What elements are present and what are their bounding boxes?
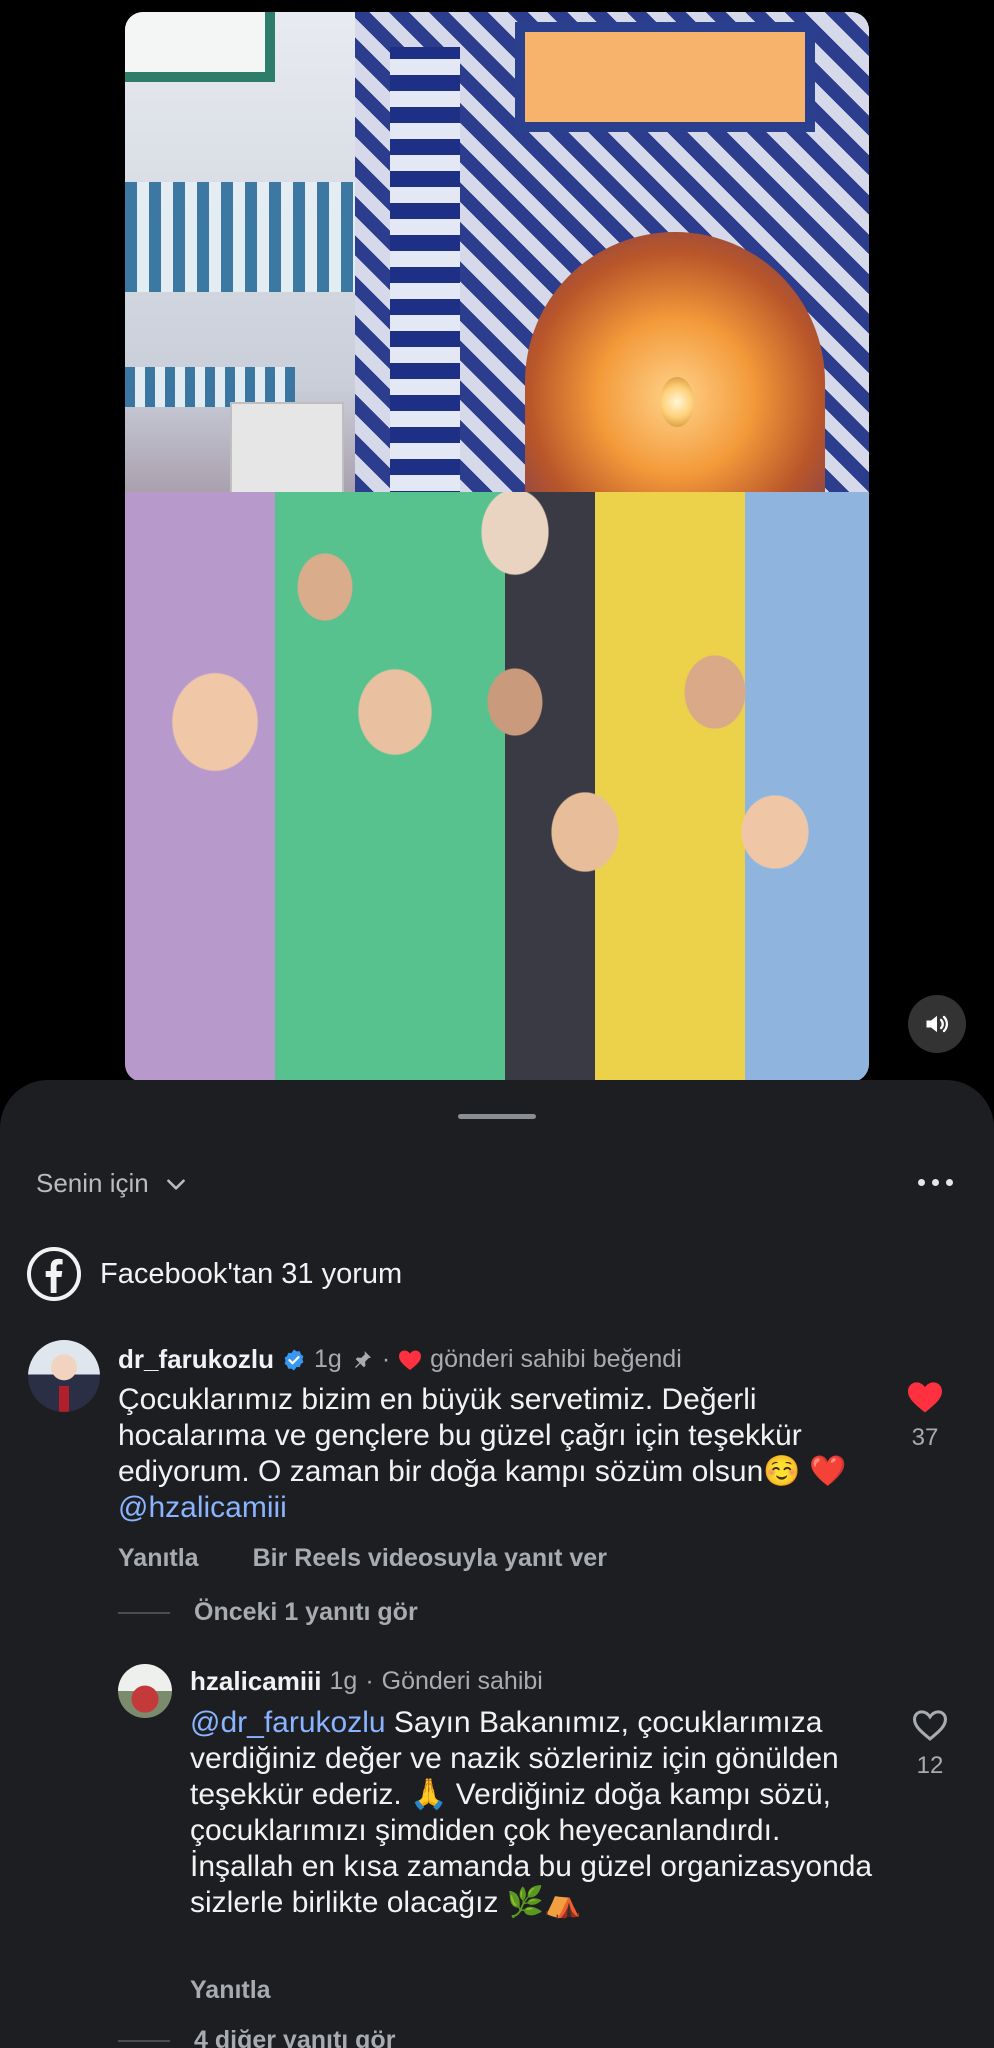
author-liked-label: gönderi sahibi beğendi [430,1345,682,1373]
separator: · [365,1667,374,1695]
reel-video[interactable] [125,12,869,1082]
avatar[interactable] [118,1664,172,1718]
avatar[interactable] [28,1340,100,1412]
reels-reply-button[interactable]: Bir Reels videosuyla yanıt ver [253,1544,607,1573]
like-button[interactable]: 12 [911,1708,949,1780]
mention-link[interactable]: @dr_farukozlu [190,1706,386,1739]
window [125,12,275,82]
comment-actions: Yanıtla [190,1976,271,2005]
comment-header: hzalicamiii 1g · Gönderi sahibi [190,1666,543,1697]
heart-icon [908,1382,942,1413]
username[interactable]: hzalicamiii [190,1666,322,1697]
sheet-grabber[interactable] [458,1114,536,1119]
divider [118,1611,170,1614]
view-replies-label: Önceki 1 yanıtı gör [194,1598,418,1626]
mention-link[interactable]: @hzalicamiii [118,1491,287,1524]
calligraphy-panel [515,22,815,132]
tie [59,1386,69,1412]
speaker-icon [926,1015,949,1033]
reply-button[interactable]: Yanıtla [190,1976,271,2005]
reply-button[interactable]: Yanıtla [118,1544,199,1573]
video-area[interactable] [0,0,994,1090]
verified-icon [284,1349,304,1370]
author-badge: Gönderi sahibi [381,1667,543,1695]
view-more-replies[interactable]: 4 diğer yanıtı gör [118,2026,395,2048]
comments-sheet: Senin için Facebook'tan 31 yorum dr_faru… [0,1080,994,2048]
divider [118,2039,170,2042]
facebook-icon [27,1247,81,1301]
children-crowd [125,492,869,1082]
username[interactable]: dr_farukozlu [118,1344,274,1375]
comment-text: @dr_farukozlu Sayın Bakanımız, çocukları… [190,1705,880,1921]
filter-label: Senin için [36,1168,149,1198]
more-icon[interactable] [918,1179,953,1186]
comment-text: Çocuklarımız bizim en büyük servetimiz. … [118,1382,878,1526]
view-replies-label: 4 diğer yanıtı gör [194,2026,396,2048]
like-count: 12 [916,1752,944,1779]
comment-time: 1g [329,1667,358,1695]
tile-band [125,182,355,292]
heart-icon [399,1350,422,1370]
like-count: 37 [911,1424,939,1451]
view-previous-replies[interactable]: Önceki 1 yanıtı gör [118,1598,418,1627]
facebook-comment-count: Facebook'tan 31 yorum [100,1257,403,1290]
heart-icon [912,1710,948,1741]
comment-header: dr_farukozlu 1g · gönderi sahibi beğendi [118,1344,682,1375]
comment-body: Çocuklarımız bizim en büyük servetimiz. … [118,1383,847,1488]
comment-actions: Yanıtla Bir Reels videosuyla yanıt ver [118,1544,607,1573]
tile-band [125,367,295,407]
mute-button[interactable] [908,995,966,1053]
separator: · [381,1345,391,1373]
comment-filter-dropdown[interactable]: Senin için [36,1168,189,1199]
pin-icon [354,1350,371,1368]
chevron-down-icon [166,1178,185,1190]
like-button[interactable]: 37 [906,1380,944,1452]
comment-time: 1g [314,1345,342,1373]
calligraphy-border [390,47,460,507]
lamp [660,377,694,427]
facebook-comments-header: Facebook'tan 31 yorum [26,1246,402,1302]
